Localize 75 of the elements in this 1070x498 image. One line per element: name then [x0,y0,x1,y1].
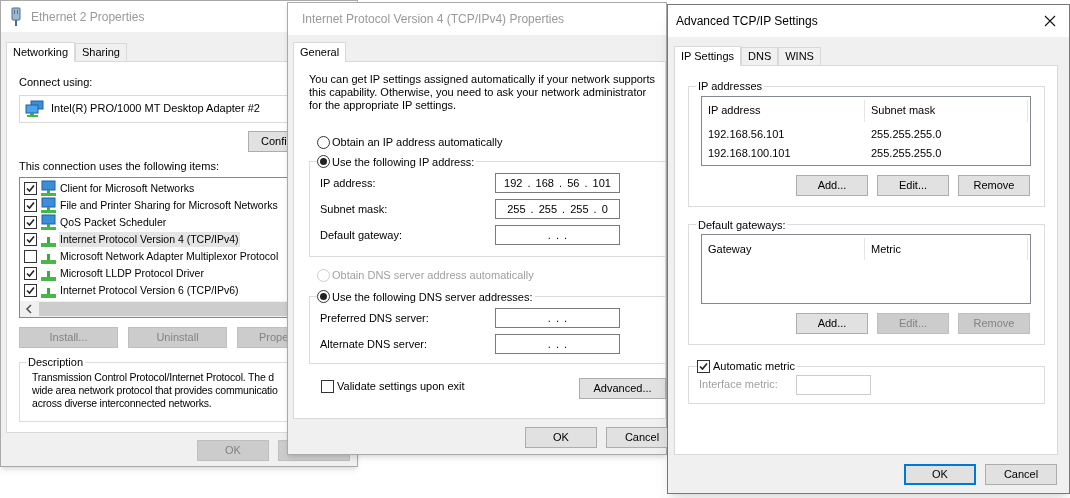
ip-address-field[interactable]: . . . [495,225,620,245]
tab[interactable]: Sharing [75,43,127,61]
scroll-left-icon [25,304,33,314]
checkbox-label: Validate settings upon exit [337,379,465,395]
checkbox[interactable] [24,284,37,297]
field-label: Subnet mask: [319,201,389,217]
checkbox[interactable] [24,182,37,195]
table-cell-text: 192.168.56.101 [707,126,786,142]
column-header[interactable]: Subnet mask [865,99,1028,122]
tab[interactable]: WINS [778,47,821,65]
remove-button[interactable]: Remove [958,174,1030,196]
computer-icon [39,197,57,214]
cancel-button[interactable]: Cancel [985,464,1057,485]
network-adapter-icon [25,99,45,118]
ok-button[interactable]: OK [525,427,597,448]
window-title: Ethernet 2 Properties [31,8,145,26]
table-cell-text: 255.255.255.0 [870,126,943,142]
ip-address-field[interactable]: . . . [495,334,620,354]
tab[interactable]: IP Settings [674,46,741,66]
ok-button[interactable]: OK [904,464,976,485]
tab[interactable]: General [293,42,347,62]
ip-address-field[interactable]: 192 . 168 . 56 . 101 [495,173,620,193]
radio-button[interactable] [317,135,330,149]
window-title: Internet Protocol Version 4 (TCP/IPv4) Properties [302,11,565,28]
radio-label: Use the following DNS server addresses: [332,289,533,305]
list-item[interactable]: Microsoft LLDP Protocol Driver [59,265,205,282]
group-title: Description [27,355,85,370]
checkbox[interactable] [24,233,37,246]
table-cell-text: 255.255.255.0 [870,145,943,161]
ethernet-plug-icon [9,6,23,27]
edit-button[interactable]: Edit... [877,174,949,196]
list-item[interactable]: QoS Packet Scheduler [59,214,168,231]
checkbox[interactable] [24,216,37,229]
checkbox[interactable] [321,380,334,393]
field-label: IP address: [319,175,377,191]
column-header[interactable]: IP address [702,99,865,122]
computer-icon [39,214,57,231]
ip-address-field[interactable]: . . . [495,308,620,328]
checkbox[interactable] [24,267,37,280]
section-label: This connection uses the following items: [19,158,219,174]
add-button[interactable]: Add... [796,174,868,196]
close-icon [1044,15,1056,27]
field-label: Interface metric: [699,377,779,393]
tab[interactable]: DNS [741,47,779,65]
description-text: Transmission Control Protocol/Internet Protocol. The d wide area network protocol that provides communicatio across diverse interconnected networks. [32,370,278,410]
advanced-button[interactable]: Advanced... [579,378,666,399]
group-title: Default gateways: [697,217,787,233]
list-item[interactable]: File and Printer Sharing for Microsoft Networks [59,197,279,214]
adapter-name: Intel(R) PRO/1000 MT Desktop Adapter #2 [51,101,260,117]
radio-label: Obtain DNS server address automatically [332,268,534,283]
checkbox[interactable] [24,199,37,212]
list-item[interactable]: Microsoft Network Adapter Multiplexor Protocol [59,248,280,265]
ip-address-field[interactable]: 255 . 255 . 255 . 0 [495,199,620,219]
window-title: Advanced TCP/IP Settings [676,13,818,30]
column-header[interactable]: Gateway [702,238,865,260]
list-item[interactable]: Client for Microsoft Networks [59,180,196,197]
list-item[interactable]: Internet Protocol Version 4 (TCP/IPv4) [59,231,240,248]
field-label: Preferred DNS server: [319,310,430,326]
checkbox[interactable] [24,250,37,263]
column-header[interactable]: Metric [865,238,1028,260]
radio-button[interactable] [317,155,330,169]
checkbox-label: Automatic metric [713,359,795,374]
field-label: Connect using: [19,75,93,90]
radio-label: Use the following IP address: [332,154,475,170]
tab[interactable]: Networking [6,42,76,62]
intro-text: You can get IP settings assigned automatically if your network supports this capability. Otherwise, you need to ask your network administrator for the appropriate IP settings. [309,73,657,112]
radio-button[interactable] [317,290,330,304]
add-button[interactable]: Add... [796,313,868,334]
group-title: IP addresses [697,79,763,94]
checkbox[interactable] [697,359,710,373]
radio-label: Obtain an IP address automatically [332,135,503,150]
computer-icon [39,180,57,197]
list-item[interactable]: Internet Protocol Version 6 (TCP/IPv6) [59,282,240,299]
table-cell-text: 192.168.100.101 [707,145,792,161]
field-label: Default gateway: [319,227,403,243]
